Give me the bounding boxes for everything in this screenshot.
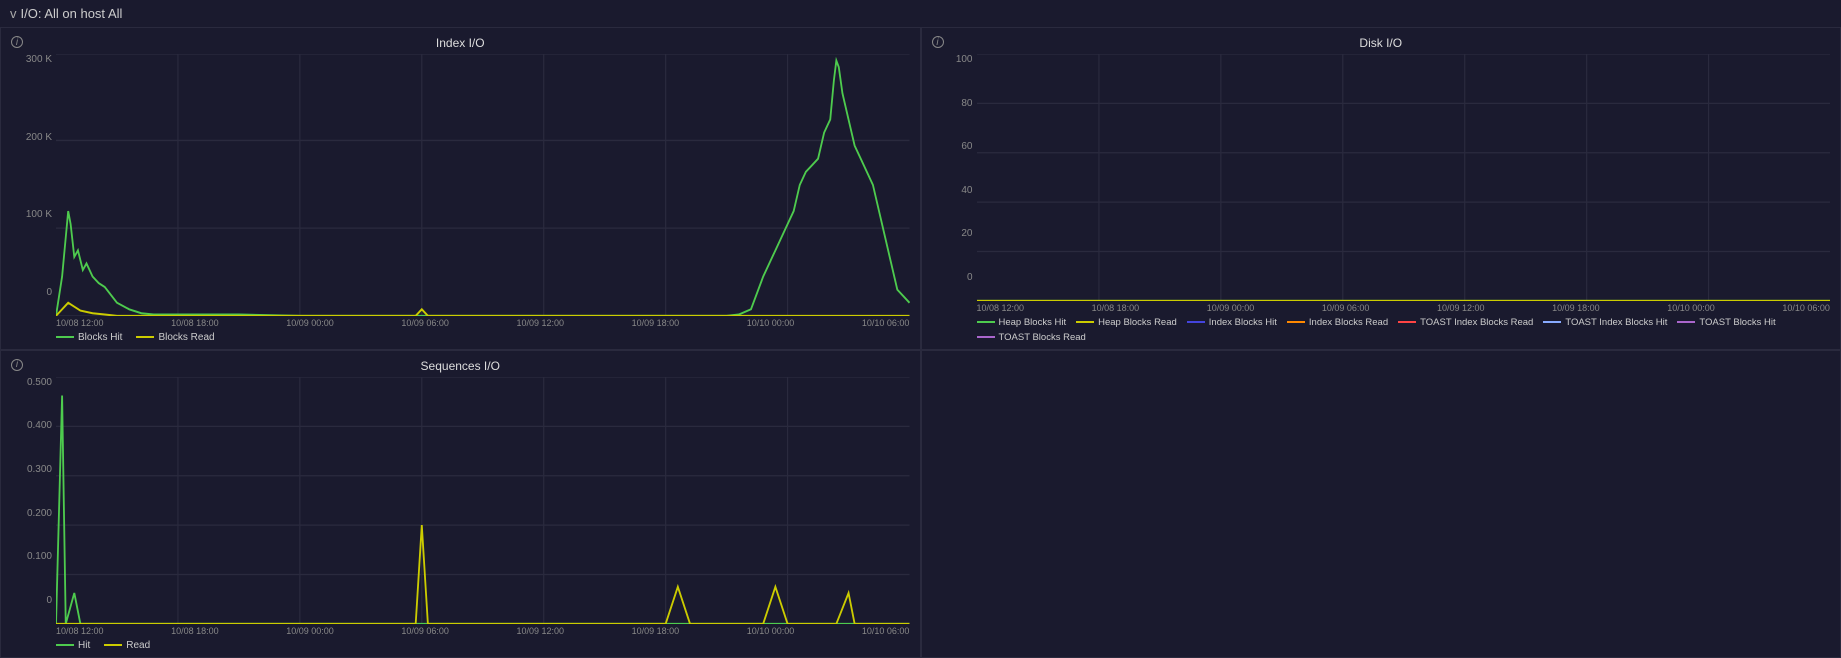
charts-container: i Index I/O 300 K 200 K 100 K 0: [0, 27, 1841, 641]
info-icon-disk: i: [932, 36, 944, 48]
page-title: I/O: All on host All: [21, 6, 123, 21]
sequences-io-legend: Hit Read: [11, 636, 910, 651]
legend-heap-blocks-read: Heap Blocks Read: [1076, 317, 1177, 328]
legend-toast-blocks-hit: TOAST Blocks Hit: [1677, 317, 1775, 328]
legend-blocks-hit: Blocks Hit: [56, 332, 122, 343]
legend-heap-blocks-hit: Heap Blocks Hit: [977, 317, 1067, 328]
legend-toast-blocks-read: TOAST Blocks Read: [977, 332, 1086, 343]
legend-index-blocks-read: Index Blocks Read: [1287, 317, 1388, 328]
index-io-x-axis: 10/08 12:00 10/08 18:00 10/09 00:00 10/0…: [11, 318, 910, 328]
legend-blocks-read: Blocks Read: [136, 332, 214, 343]
sequences-io-panel: i Sequences I/O 0.500 0.400 0.300 0.200 …: [0, 350, 921, 658]
legend-toast-index-blocks-hit: TOAST Index Blocks Hit: [1543, 317, 1667, 328]
disk-io-title: Disk I/O: [932, 36, 1831, 50]
index-io-panel: i Index I/O 300 K 200 K 100 K 0: [0, 27, 921, 350]
chevron-icon: v: [10, 6, 17, 21]
page-header: v I/O: All on host All: [0, 0, 1841, 27]
legend-toast-index-blocks-read: TOAST Index Blocks Read: [1398, 317, 1533, 328]
sequences-io-title: Sequences I/O: [11, 359, 910, 373]
info-icon-index: i: [11, 36, 23, 48]
disk-io-panel: i Disk I/O 100 80 60 40 20 0: [921, 27, 1841, 350]
disk-io-chart: [977, 54, 1831, 301]
index-io-y-axis: 300 K 200 K 100 K 0: [11, 54, 56, 316]
sequences-io-y-axis: 0.500 0.400 0.300 0.200 0.100 0: [11, 377, 56, 624]
sequences-io-x-axis: 10/08 12:00 10/08 18:00 10/09 00:00 10/0…: [11, 626, 910, 636]
disk-io-x-axis: 10/08 12:00 10/08 18:00 10/09 00:00 10/0…: [932, 303, 1831, 313]
disk-io-legend: Heap Blocks Hit Heap Blocks Read Index B…: [932, 313, 1831, 343]
sequences-io-chart: [56, 377, 910, 624]
legend-read: Read: [104, 640, 150, 651]
disk-io-y-axis: 100 80 60 40 20 0: [932, 54, 977, 301]
empty-panel: [921, 350, 1841, 658]
index-io-chart: [56, 54, 910, 316]
index-io-title: Index I/O: [11, 36, 910, 50]
info-icon-seq: i: [11, 359, 23, 371]
index-io-legend: Blocks Hit Blocks Read: [11, 328, 910, 343]
legend-hit: Hit: [56, 640, 90, 651]
legend-index-blocks-hit: Index Blocks Hit: [1187, 317, 1277, 328]
